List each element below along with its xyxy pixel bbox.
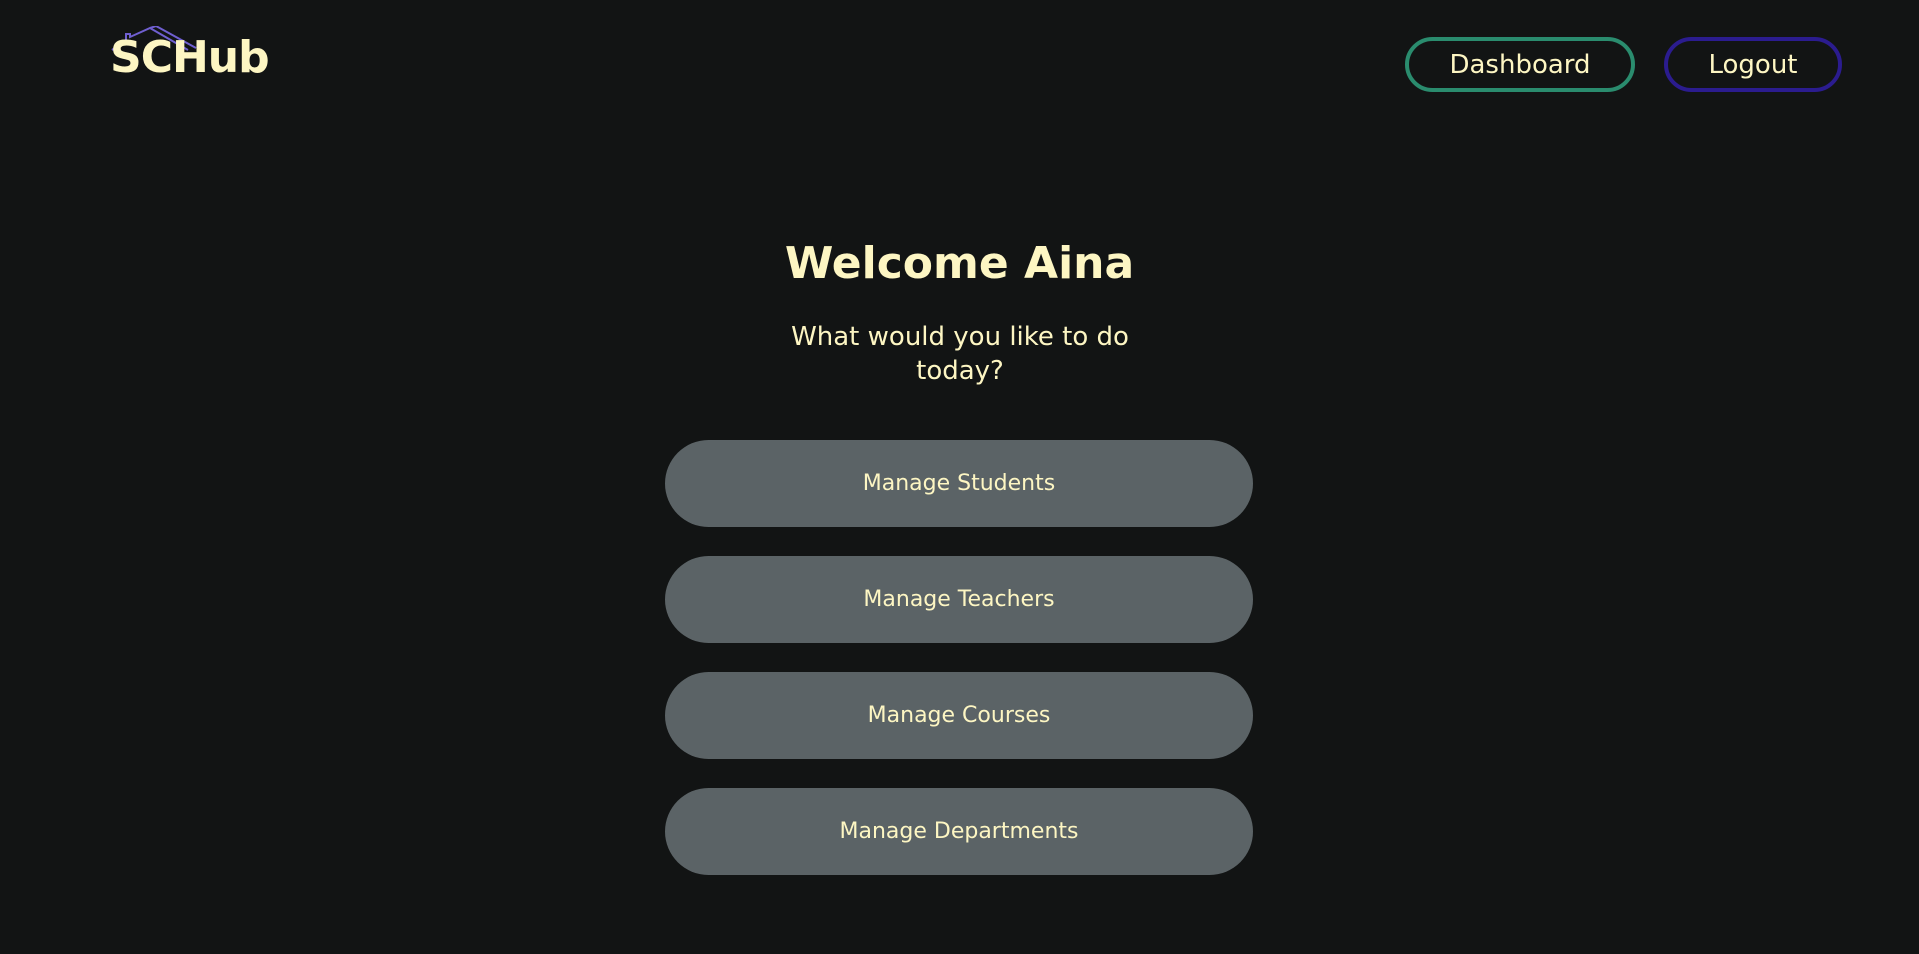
logout-button[interactable]: Logout [1664, 37, 1842, 92]
page: SCHub Dashboard Logout Welcome Aina What… [0, 0, 1919, 954]
action-list: Manage Students Manage Teachers Manage C… [665, 440, 1253, 904]
manage-teachers-button[interactable]: Manage Teachers [665, 556, 1253, 643]
logo[interactable]: SCHub [110, 26, 280, 90]
welcome-subtitle: What would you like to do today? [791, 322, 1129, 386]
manage-departments-button[interactable]: Manage Departments [665, 788, 1253, 875]
welcome-title: Welcome Aina [784, 238, 1135, 289]
manage-courses-button[interactable]: Manage Courses [665, 672, 1253, 759]
logo-text: SCHub [110, 32, 270, 83]
manage-students-button[interactable]: Manage Students [665, 440, 1253, 527]
dashboard-button[interactable]: Dashboard [1405, 37, 1635, 92]
